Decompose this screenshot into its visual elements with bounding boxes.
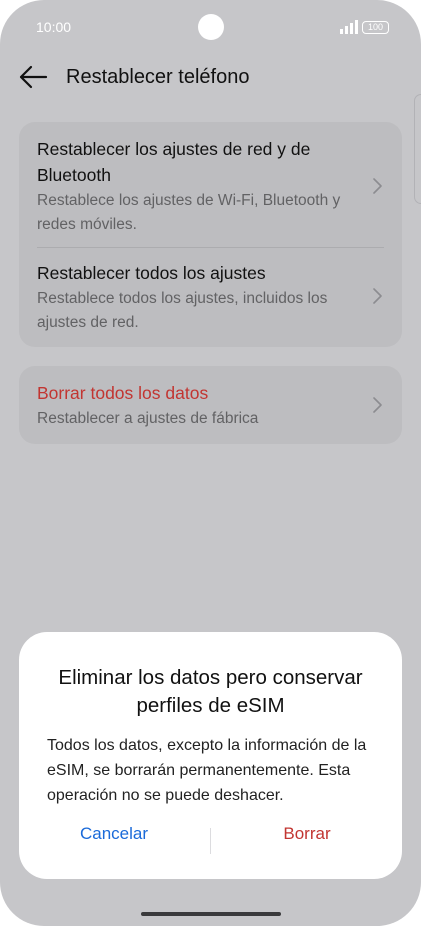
- signal-icon: [340, 20, 358, 34]
- dialog-message: Todos los datos, excepto la información …: [47, 737, 367, 804]
- dialog-title: Eliminar los datos pero conservar perfil…: [58, 666, 363, 717]
- chevron-right-icon: [373, 288, 382, 304]
- confirm-dialog: Eliminar los datos pero conservar perfil…: [19, 632, 402, 879]
- item-subtitle: Restablece los ajustes de Wi-Fi, Bluetoo…: [37, 192, 341, 233]
- chevron-right-icon: [373, 178, 382, 194]
- arrow-left-icon[interactable]: [18, 64, 48, 90]
- chevron-right-icon: [373, 397, 382, 413]
- reset-all-settings-item[interactable]: Restablecer todos los ajustes Restablece…: [37, 260, 367, 335]
- erase-button[interactable]: Borrar: [212, 824, 402, 844]
- item-title: Restablecer los ajustes de red y de Blue…: [37, 139, 311, 185]
- divider: [37, 247, 384, 248]
- cancel-button[interactable]: Cancelar: [19, 824, 209, 844]
- app-bar: Restablecer teléfono: [0, 56, 421, 100]
- item-title: Borrar todos los datos: [37, 383, 209, 403]
- status-bar: 10:00 100: [0, 0, 421, 56]
- phone-screen: 10:00 100 Restablecer teléfono Restablec…: [0, 0, 421, 926]
- status-time: 10:00: [36, 19, 72, 35]
- scrollbar: [414, 94, 421, 204]
- camera-icon: [198, 14, 224, 40]
- erase-all-data-item[interactable]: Borrar todos los datos Restablecer a aju…: [37, 380, 367, 431]
- page-title: Restablecer teléfono: [66, 66, 250, 88]
- reset-network-settings-item[interactable]: Restablecer los ajustes de red y de Blue…: [37, 136, 367, 237]
- settings-card: Restablecer los ajustes de red y de Blue…: [19, 122, 402, 347]
- home-indicator[interactable]: [141, 912, 281, 916]
- item-subtitle: Restablece todos los ajustes, incluidos …: [37, 290, 328, 331]
- item-subtitle: Restablecer a ajustes de fábrica: [37, 410, 259, 427]
- button-divider: [210, 828, 211, 854]
- item-title: Restablecer todos los ajustes: [37, 263, 266, 283]
- erase-card: Borrar todos los datos Restablecer a aju…: [19, 366, 402, 444]
- battery-icon: 100: [362, 21, 389, 34]
